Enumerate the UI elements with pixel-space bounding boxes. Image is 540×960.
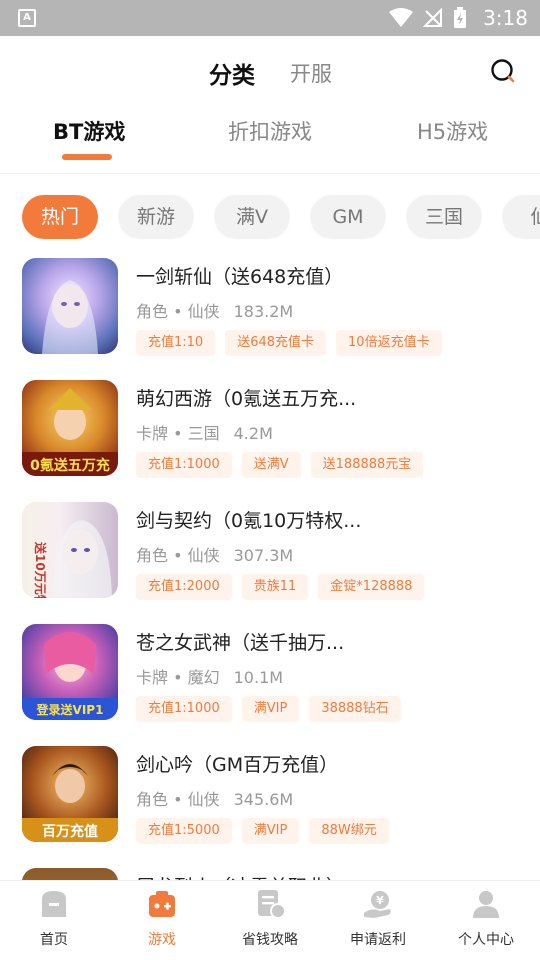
profile-icon — [473, 891, 499, 918]
game-thumbnail: 0氪送五万充 — [22, 380, 118, 476]
nav-label: 申请返利 — [350, 932, 406, 948]
game-size: 4.2M — [233, 424, 273, 443]
nav-home[interactable]: 首页 — [0, 887, 108, 957]
game-tag: 满VIP — [241, 818, 300, 844]
game-title: 一剑斩仙（送648充值） — [136, 266, 344, 288]
game-list: 一剑斩仙（送648充值） 角色 • 仙侠 183.2M 充值1:10 送648充值… — [0, 258, 540, 880]
status-time: 3:18 — [483, 6, 528, 30]
game-title: 屠龙烈火（冰雪单职业） — [136, 872, 345, 880]
game-thumbnail — [22, 868, 118, 880]
game-tags: 充值1:5000 满VIP 88W绑元 — [136, 818, 389, 844]
game-category: 卡牌 • 三国 — [136, 424, 220, 443]
game-thumbnail — [22, 258, 118, 354]
game-thumbnail: 登录送VIP1 — [22, 624, 118, 720]
game-tags: 充值1:10 送648充值卡 10倍返充值卡 — [136, 330, 442, 356]
game-tag: 充值1:2000 — [136, 574, 232, 600]
top-header: 分类 开服 — [0, 36, 540, 102]
game-tag: 充值1:5000 — [136, 818, 232, 844]
tab-category[interactable]: 分类 — [209, 56, 255, 90]
chip-xian[interactable]: 仙 — [502, 195, 540, 239]
thumbnail-caption: 0氪送五万充 — [30, 457, 110, 474]
chip-full-vip[interactable]: 满V — [214, 195, 290, 239]
home-icon — [42, 891, 66, 917]
nav-apply-rebate[interactable]: ¥ 申请返利 — [324, 887, 432, 957]
game-tag: 38888钻石 — [309, 696, 401, 722]
game-tag: 满VIP — [241, 696, 300, 722]
game-title: 剑与契约（0氪10万特权... — [136, 510, 362, 532]
nav-saving-guide[interactable]: 省钱攻略 — [216, 887, 324, 957]
game-tag: 送648充值卡 — [225, 330, 327, 356]
category-chips: 热门 新游 满V GM 三国 仙 — [0, 195, 540, 239]
chip-gm[interactable]: GM — [310, 195, 386, 239]
thumbnail-caption: 登录送VIP1 — [36, 702, 104, 717]
tab-discount-games[interactable]: 折扣游戏 — [228, 116, 312, 146]
game-thumbnail: 送10万元特权 — [22, 502, 118, 598]
game-tags: 充值1:1000 送满V 送188888元宝 — [136, 452, 424, 478]
tab-bt-games[interactable]: BT游戏 — [53, 116, 125, 146]
active-tab-indicator — [62, 154, 112, 160]
game-type-tabs: BT游戏 折扣游戏 H5游戏 — [0, 102, 540, 174]
game-meta: 卡牌 • 三国 4.2M — [136, 420, 273, 444]
game-title: 萌幻西游（0氪送五万充... — [136, 388, 357, 410]
game-meta: 角色 • 仙侠 183.2M — [136, 298, 293, 322]
status-icons: 3:18 — [389, 0, 528, 36]
svg-text:¥: ¥ — [376, 894, 384, 907]
game-size: 10.1M — [233, 668, 284, 687]
search-icon[interactable] — [490, 58, 516, 84]
thumbnail-caption: 送10万元特权 — [33, 541, 48, 598]
game-tags: 充值1:2000 贵族11 金锭*128888 — [136, 574, 425, 600]
game-item[interactable]: 一剑斩仙（送648充值） 角色 • 仙侠 183.2M 充值1:10 送648充值… — [0, 258, 540, 380]
game-tag: 送188888元宝 — [310, 452, 424, 478]
rebate-icon: ¥ — [364, 891, 391, 918]
chip-hot[interactable]: 热门 — [22, 195, 98, 239]
game-size: 183.2M — [233, 302, 294, 321]
battery-charging-icon — [454, 7, 467, 28]
game-category: 角色 • 仙侠 — [136, 302, 220, 321]
nav-label: 游戏 — [148, 932, 176, 948]
game-title: 苍之女武神（送千抽万... — [136, 632, 345, 654]
game-size: 345.6M — [233, 790, 294, 809]
bottom-navigation: 首页 游戏 省钱攻略 ¥ 申请返利 个人中心 — [0, 880, 540, 960]
game-tag: 充值1:1000 — [136, 452, 232, 478]
nav-profile[interactable]: 个人中心 — [432, 887, 540, 957]
game-tag: 送满V — [241, 452, 301, 478]
game-thumbnail: 百万充值 — [22, 746, 118, 842]
status-bar: A 3:18 — [0, 0, 540, 36]
tab-h5-games[interactable]: H5游戏 — [417, 116, 488, 146]
game-category: 角色 • 仙侠 — [136, 790, 220, 809]
no-signal-icon — [423, 8, 443, 27]
nav-label: 省钱攻略 — [242, 932, 298, 948]
guide-icon — [258, 890, 286, 919]
game-tag: 10倍返充值卡 — [336, 330, 442, 356]
game-meta: 卡牌 • 魔幻 10.1M — [136, 664, 283, 688]
nav-label: 个人中心 — [458, 932, 514, 948]
game-tag: 充值1:10 — [136, 330, 216, 356]
nav-label: 首页 — [40, 932, 68, 948]
game-title: 剑心吟（GM百万充值） — [136, 754, 339, 776]
wifi-icon — [389, 8, 414, 27]
game-item[interactable]: 屠龙烈火（冰雪单职业） — [0, 868, 540, 880]
tab-server-open[interactable]: 开服 — [290, 58, 332, 88]
game-meta: 角色 • 仙侠 345.6M — [136, 786, 293, 810]
game-size: 307.3M — [233, 546, 294, 565]
game-tags: 充值1:1000 满VIP 38888钻石 — [136, 696, 401, 722]
game-item[interactable]: 百万充值 剑心吟（GM百万充值） 角色 • 仙侠 345.6M 充值1:5000 … — [0, 746, 540, 868]
chip-three-kingdoms[interactable]: 三国 — [406, 195, 482, 239]
game-tag: 充值1:1000 — [136, 696, 232, 722]
game-meta: 角色 • 仙侠 307.3M — [136, 542, 293, 566]
game-item[interactable]: 0氪送五万充 萌幻西游（0氪送五万充... 卡牌 • 三国 4.2M 充值1:10… — [0, 380, 540, 502]
thumbnail-caption: 百万充值 — [42, 823, 98, 840]
game-item[interactable]: 送10万元特权 剑与契约（0氪10万特权... 角色 • 仙侠 307.3M 充值… — [0, 502, 540, 624]
game-tag: 贵族11 — [241, 574, 309, 600]
game-tag: 88W绑元 — [309, 818, 389, 844]
chip-new[interactable]: 新游 — [118, 195, 194, 239]
game-tag: 金锭*128888 — [318, 574, 425, 600]
app-notification-icon: A — [18, 9, 36, 27]
game-icon — [149, 891, 175, 917]
nav-games[interactable]: 游戏 — [108, 887, 216, 957]
game-category: 角色 • 仙侠 — [136, 546, 220, 565]
game-category: 卡牌 • 魔幻 — [136, 668, 220, 687]
game-item[interactable]: 登录送VIP1 苍之女武神（送千抽万... 卡牌 • 魔幻 10.1M 充值1:1… — [0, 624, 540, 746]
